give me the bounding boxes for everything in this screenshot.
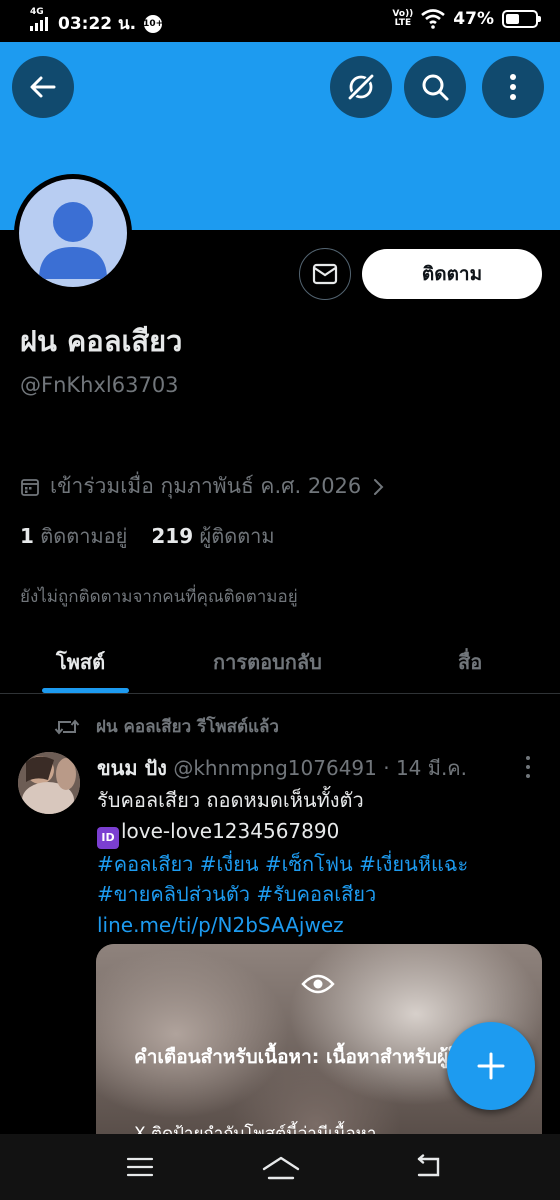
network-type: 4G <box>30 7 44 17</box>
author-photo <box>18 752 80 814</box>
post-line-2-text: love-love1234567890 <box>121 818 340 843</box>
plus-icon <box>477 1052 505 1080</box>
back-button[interactable] <box>12 56 74 118</box>
post-link[interactable]: line.me/ti/p/N2bSAAjwez <box>97 910 537 941</box>
battery-icon <box>502 10 541 28</box>
eye-icon <box>301 974 335 994</box>
system-nav-bar <box>0 1134 560 1200</box>
message-button[interactable] <box>299 248 351 300</box>
followers-count: 219 <box>151 524 194 548</box>
status-left: 4G 03:22 น. 10+ <box>30 7 163 37</box>
notification-badge: 10+ <box>143 14 163 33</box>
volte-indicator: Vo)) LTE <box>392 10 413 28</box>
search-button[interactable] <box>404 56 466 118</box>
joined-date: เข้าร่วมเมื่อ กุมภาพันธ์ ค.ศ. 2026 <box>50 474 362 498</box>
volte-bottom: LTE <box>394 18 412 28</box>
post-author-avatar[interactable] <box>18 752 80 814</box>
joined-date-row[interactable]: เข้าร่วมเมื่อ กุมภาพันธ์ ค.ศ. 2026 <box>20 470 385 503</box>
post-line-2: ID love-love1234567890 <box>97 816 537 849</box>
clock: 03:22 น. <box>58 14 137 34</box>
chevron-right-icon <box>374 478 384 495</box>
mail-icon <box>312 263 338 285</box>
id-emoji-icon: ID <box>97 826 119 849</box>
post-author-handle[interactable]: @khnmpng1076491 <box>173 756 377 780</box>
back-nav-button[interactable] <box>408 1152 448 1182</box>
grok-icon <box>346 72 376 102</box>
post-text: รับคอลเสียว ถอดหมดเห็นทั้งตัว ID love-lov… <box>97 785 537 940</box>
wifi-icon <box>421 9 446 29</box>
profile-tabs: โพสต์ การตอบกลับ สื่อ <box>0 628 560 694</box>
followers-stat[interactable]: 219 ผู้ติดตาม <box>151 520 274 552</box>
not-followed-note: ยังไม่ถูกติดตามจากคนที่คุณติดตามอยู่ <box>20 587 298 607</box>
following-count: 1 <box>20 524 34 548</box>
recents-button[interactable] <box>120 1152 160 1182</box>
post-separator: · <box>383 756 390 780</box>
status-right: Vo)) LTE 47% <box>392 9 541 29</box>
more-button[interactable] <box>482 56 544 118</box>
back-nav-icon <box>417 1154 440 1177</box>
arrow-left-icon <box>30 76 56 98</box>
following-label: ติดตามอยู่ <box>40 524 128 548</box>
menu-icon <box>126 1157 154 1177</box>
post-header: ขนม ปัง @khnmpng1076491 · 14 มี.ค. <box>97 752 467 784</box>
follow-stats: 1 ติดตามอยู่ 219 ผู้ติดตาม <box>20 520 275 552</box>
post-author-name[interactable]: ขนม ปัง <box>97 756 167 780</box>
repost-indicator: ฝน คอลเสียว รีโพสต์แล้ว <box>54 713 279 740</box>
tab-replies[interactable]: การตอบกลับ <box>213 646 322 678</box>
post-hashtags-1[interactable]: #คอลเสียว #เงี่ยน #เซ็กโฟน #เงี่ยนหีแฉะ <box>97 849 537 880</box>
post-line-1: รับคอลเสียว ถอดหมดเห็นทั้งตัว <box>97 788 364 812</box>
default-avatar <box>19 179 127 287</box>
search-icon <box>422 74 449 101</box>
post-hashtags-2[interactable]: #ขายคลิปส่วนตัว #รับคอลเสียว <box>97 879 537 910</box>
home-icon <box>262 1156 300 1180</box>
more-vertical-icon <box>510 74 516 100</box>
compose-button[interactable] <box>447 1022 535 1110</box>
following-stat[interactable]: 1 ติดตามอยู่ <box>20 520 127 552</box>
home-button[interactable] <box>261 1152 301 1182</box>
person-icon <box>39 202 107 279</box>
signal-icon <box>30 16 48 31</box>
followers-label: ผู้ติดตาม <box>199 524 275 548</box>
status-bar: 4G 03:22 น. 10+ Vo)) LTE 47% <box>0 0 560 42</box>
repost-label[interactable]: ฝน คอลเสียว รีโพสต์แล้ว <box>96 713 279 740</box>
profile-display-name: ฝน คอลเสียว <box>20 324 183 358</box>
tab-posts[interactable]: โพสต์ <box>56 646 105 678</box>
profile-avatar[interactable] <box>14 174 132 292</box>
repost-icon <box>54 718 80 735</box>
profile-handle: @FnKhxl63703 <box>20 373 179 397</box>
follow-button[interactable]: ติดตาม <box>362 249 542 299</box>
battery-percent: 47% <box>453 9 494 29</box>
tab-media[interactable]: สื่อ <box>458 646 482 678</box>
post-more-icon[interactable] <box>522 756 534 778</box>
post-date[interactable]: 14 มี.ค. <box>396 756 467 780</box>
calendar-icon <box>21 478 39 496</box>
grok-button[interactable] <box>330 56 392 118</box>
active-tab-indicator <box>42 688 129 693</box>
